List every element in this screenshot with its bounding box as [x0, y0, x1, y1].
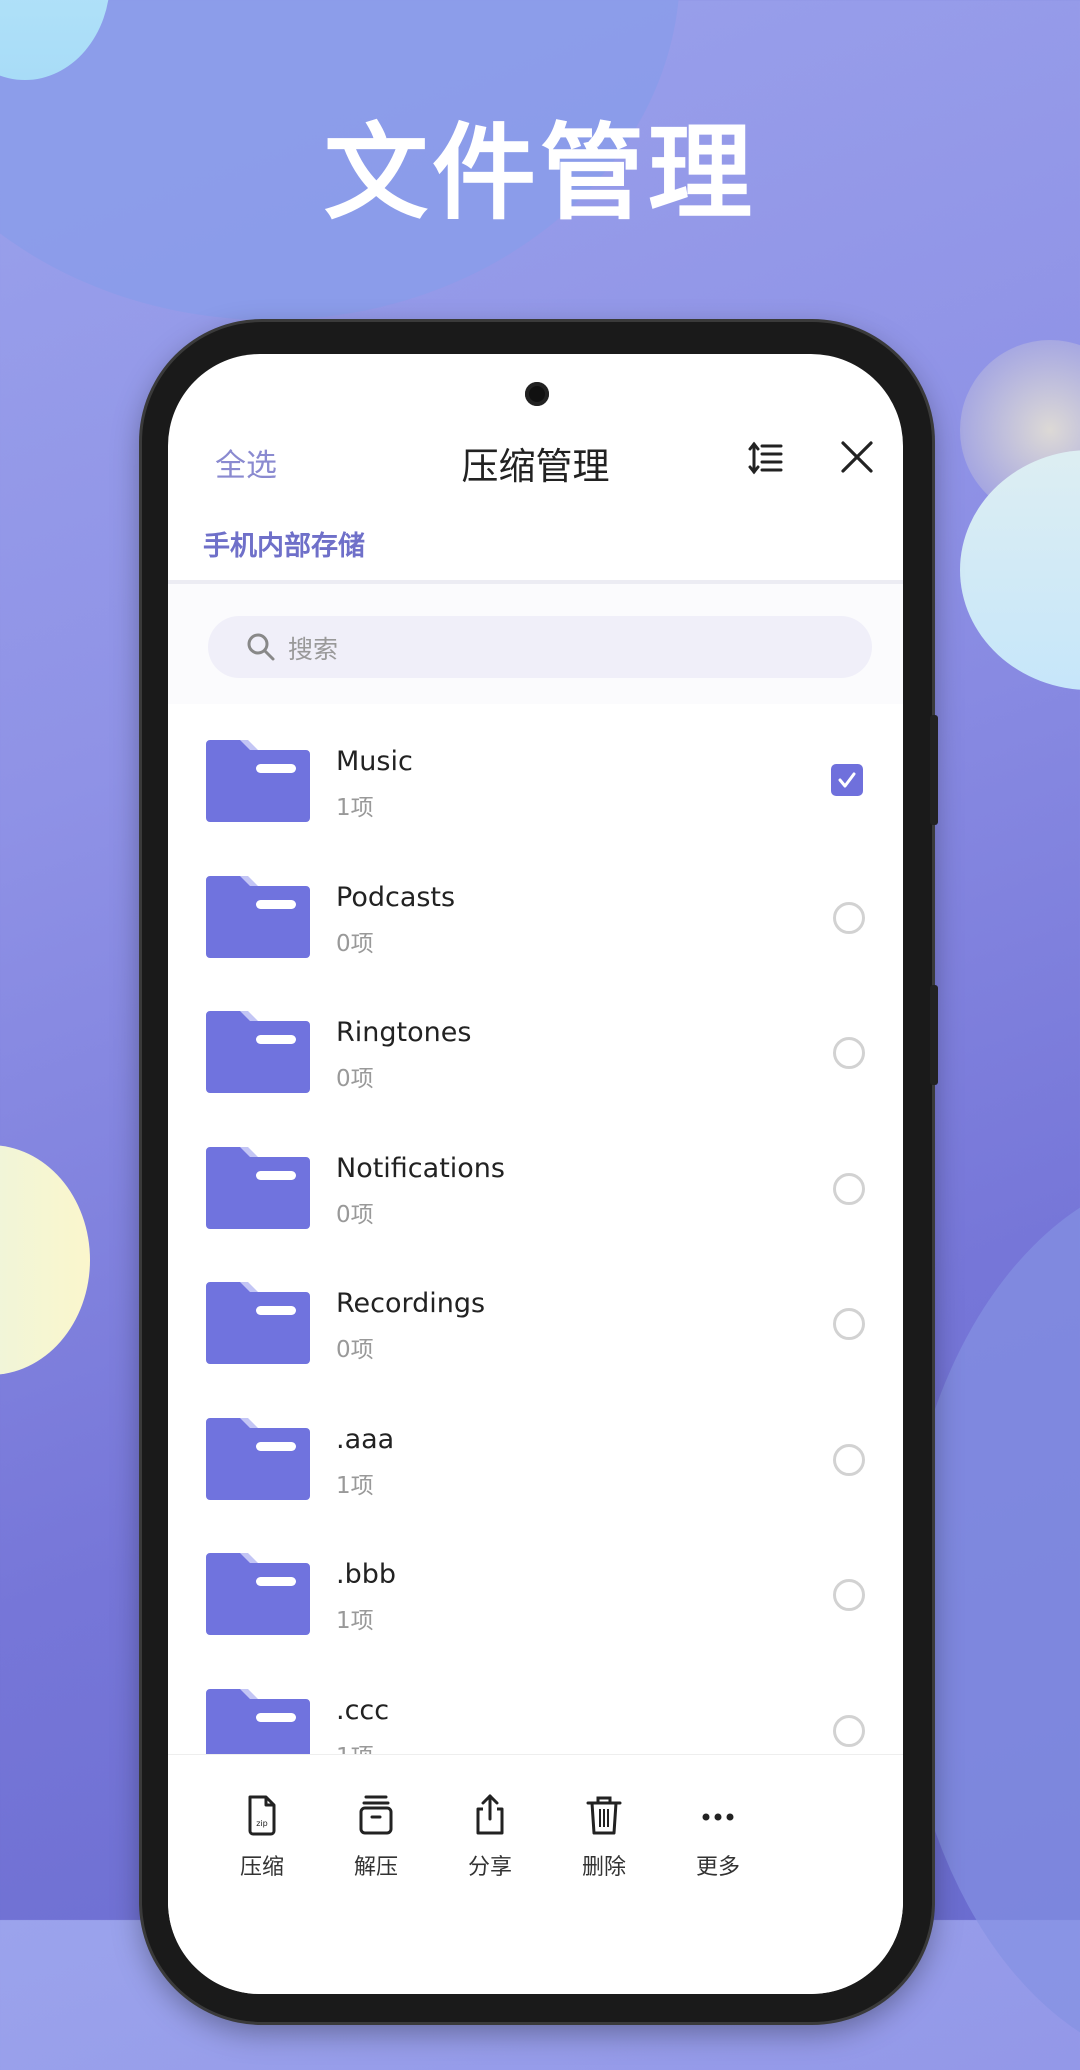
extract-button[interactable]: 解压 — [326, 1793, 426, 1881]
more-button[interactable]: 更多 — [668, 1793, 768, 1881]
folder-count: 1项 — [336, 795, 374, 821]
folder-name: Podcasts — [336, 881, 456, 913]
checkbox-checked[interactable] — [831, 764, 863, 796]
compress-button[interactable]: zip 压缩 — [212, 1793, 312, 1881]
list-item[interactable]: Ringtones 0项 — [168, 985, 903, 1121]
compress-label: 压缩 — [239, 1855, 284, 1880]
zip-file-icon: zip — [248, 1795, 276, 1836]
share-label: 分享 — [467, 1855, 512, 1880]
extract-label: 解压 — [353, 1855, 398, 1880]
folder-icon — [206, 1417, 310, 1500]
close-icon[interactable] — [838, 438, 876, 476]
storage-breadcrumb[interactable]: 手机内部存储 — [203, 524, 365, 563]
power-button — [930, 985, 938, 1085]
select-radio[interactable] — [833, 1308, 865, 1340]
select-radio[interactable] — [833, 1037, 865, 1069]
select-radio[interactable] — [833, 1172, 865, 1205]
select-radio[interactable] — [833, 1443, 865, 1476]
list-item[interactable]: Music 1项 — [168, 714, 903, 850]
camera-icon — [525, 382, 549, 406]
folder-count: 1项 — [336, 1472, 374, 1499]
select-radio[interactable] — [833, 1579, 865, 1611]
select-radio[interactable] — [833, 1714, 865, 1747]
background-circle — [0, 1145, 90, 1375]
list-item[interactable]: Podcasts 0项 — [168, 850, 903, 986]
folder-name: Recordings — [336, 1288, 486, 1319]
search-input[interactable]: 搜索 — [208, 616, 872, 678]
folder-name: Music — [336, 746, 413, 777]
top-bar: 全选 压缩管理 — [168, 414, 903, 514]
more-label: 更多 — [695, 1855, 740, 1880]
folder-count: 0项 — [336, 1066, 374, 1092]
folder-name: .ccc — [336, 1694, 390, 1726]
delete-label: 删除 — [581, 1855, 626, 1880]
check-icon — [838, 772, 856, 788]
search-placeholder: 搜索 — [288, 635, 339, 664]
folder-icon — [206, 1282, 310, 1364]
folder-icon — [206, 1146, 310, 1229]
folder-name: Ringtones — [336, 1017, 472, 1048]
sort-icon[interactable] — [748, 440, 784, 476]
share-button[interactable]: 分享 — [440, 1793, 540, 1881]
hero-title: 文件管理 — [323, 112, 756, 234]
folder-icon — [206, 1011, 310, 1093]
volume-button — [930, 715, 938, 825]
folder-count: 1项 — [336, 1608, 374, 1634]
folder-count: 0项 — [336, 930, 374, 957]
folder-name: .bbb — [336, 1559, 396, 1590]
search-icon — [247, 633, 275, 661]
folder-list: Music 1项 Podcasts 0项 Ringtones 0项 Notification… — [168, 714, 903, 1798]
list-item[interactable]: .bbb 1项 — [168, 1527, 903, 1663]
list-item[interactable]: Notifications 0项 — [168, 1121, 903, 1257]
folder-name: .aaa — [336, 1423, 395, 1455]
select-radio[interactable] — [833, 901, 865, 934]
folder-name: Notifications — [336, 1152, 505, 1184]
folder-count: 0项 — [336, 1201, 374, 1228]
trash-icon — [586, 1796, 622, 1835]
folder-icon — [206, 1553, 310, 1635]
list-item[interactable]: .aaa 1项 — [168, 1392, 903, 1528]
svg-text:zip: zip — [256, 1819, 268, 1828]
list-item[interactable]: Recordings 0项 — [168, 1256, 903, 1392]
folder-count: 0项 — [336, 1337, 374, 1363]
folder-icon — [206, 875, 310, 958]
page-title: 压缩管理 — [461, 445, 610, 488]
delete-button[interactable]: 删除 — [554, 1793, 654, 1881]
bottom-toolbar: zip 压缩 解压 分享 删除 更多 — [168, 1754, 903, 1994]
more-icon — [702, 1813, 734, 1821]
share-icon — [476, 1794, 504, 1835]
phone-screen: 全选 压缩管理 手机内部存储 搜索 Music 1项 Podcasts 0项 R… — [168, 354, 903, 1994]
background-circle — [960, 450, 1080, 690]
archive-box-icon — [359, 1795, 393, 1835]
folder-icon — [206, 740, 310, 822]
